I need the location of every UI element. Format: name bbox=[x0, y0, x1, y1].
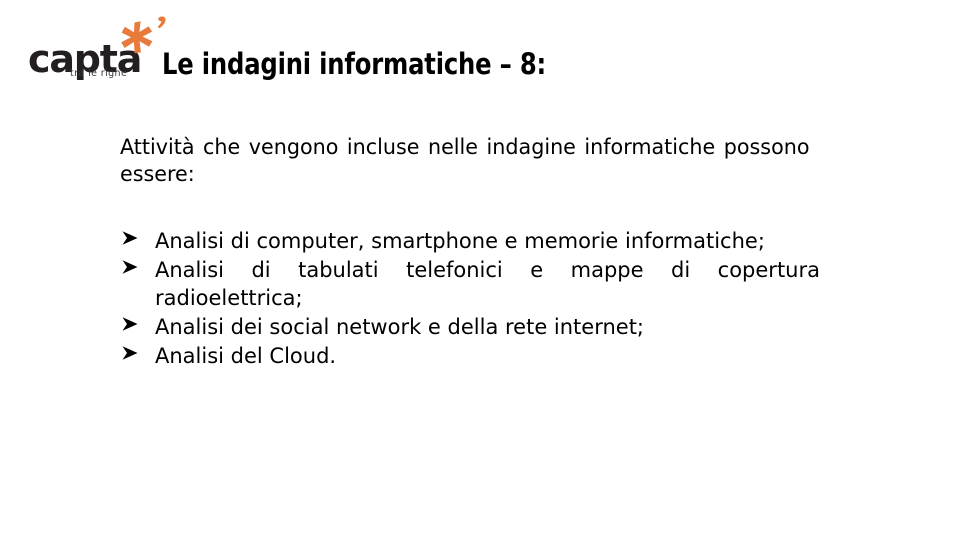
arrow-bullet-icon bbox=[120, 343, 146, 370]
slide-canvas: capta tra le righe Le indagini informati… bbox=[0, 0, 960, 540]
list-item: Analisi di tabulati telefonici e mappe d… bbox=[120, 257, 820, 312]
bullet-list: Analisi di computer, smartphone e memori… bbox=[120, 228, 820, 372]
arrow-bullet-icon bbox=[120, 228, 146, 255]
page-title: Le indagini informatiche – 8: bbox=[162, 47, 547, 81]
list-item-label: Analisi di tabulati telefonici e mappe d… bbox=[155, 258, 820, 310]
logo-tagline: tra le righe bbox=[70, 68, 128, 79]
capta-logo: capta tra le righe bbox=[22, 14, 172, 86]
intro-block: Attività che vengono incluse nelle indag… bbox=[120, 113, 820, 209]
list-item-label: Analisi di computer, smartphone e memori… bbox=[155, 229, 765, 253]
list-item: Analisi dei social network e della rete … bbox=[120, 314, 820, 341]
list-item-label: Analisi del Cloud. bbox=[155, 344, 337, 369]
asterisk-icon bbox=[121, 16, 166, 54]
list-item: Analisi di computer, smartphone e memori… bbox=[120, 228, 820, 255]
arrow-bullet-icon bbox=[120, 314, 146, 341]
list-item-label: Analisi dei social network e della rete … bbox=[155, 314, 645, 339]
intro-paragraph: Attività che vengono incluse nelle indag… bbox=[120, 135, 810, 186]
arrow-bullet-icon bbox=[120, 257, 146, 284]
list-item: Analisi del Cloud. bbox=[120, 343, 820, 370]
